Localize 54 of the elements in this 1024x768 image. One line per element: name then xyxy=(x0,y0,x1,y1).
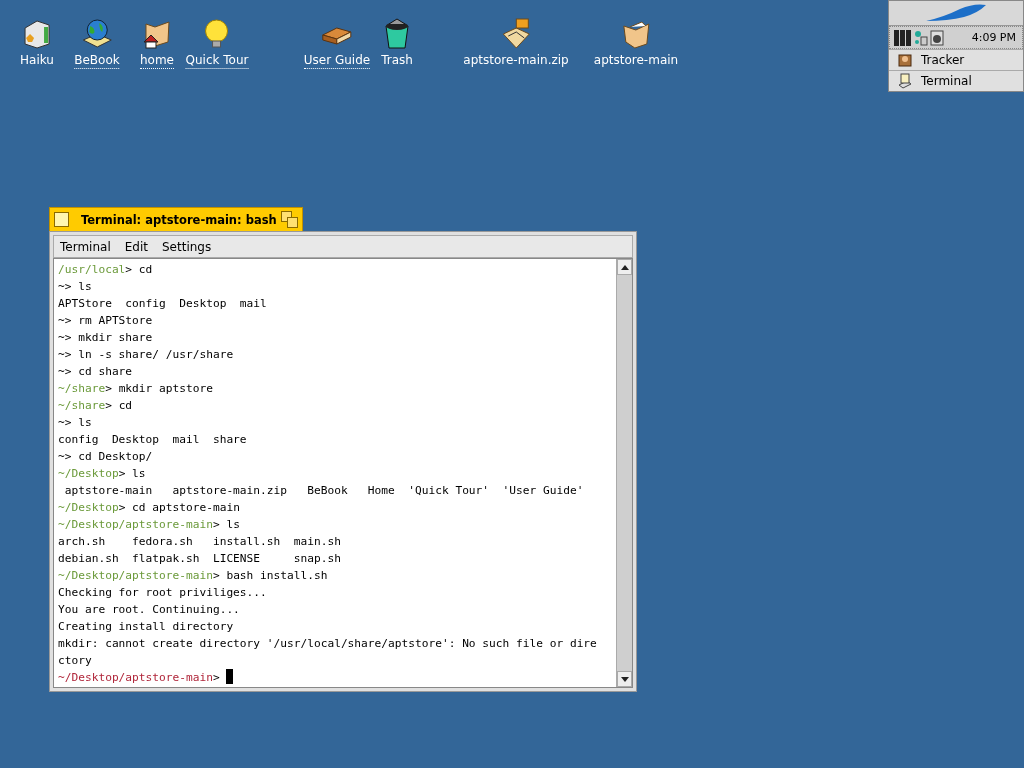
terminal-line: ~> ls xyxy=(58,415,93,431)
terminal-line: ~/Desktop> ls xyxy=(58,466,147,482)
tracker-icon xyxy=(897,52,913,68)
terminal-line: ~> ln -s share/ /usr/share xyxy=(58,347,235,363)
scroll-down-icon[interactable] xyxy=(620,676,629,682)
terminal-line: config Desktop mail share xyxy=(58,432,248,448)
terminal-line: ~> rm APTStore xyxy=(58,313,154,329)
terminal-line: ~> mkdir share xyxy=(58,330,154,346)
terminal-line: ~/Desktop/aptstore-main> bash install.sh xyxy=(58,568,329,584)
icon-label[interactable]: BeBook xyxy=(74,53,120,69)
clock[interactable]: 4:09 PM xyxy=(971,31,1016,44)
menu-item[interactable]: Edit xyxy=(118,239,154,254)
terminal-line: Checking for root priviliges... xyxy=(58,585,268,601)
deskbar-app-item[interactable]: Tracker xyxy=(889,49,1023,70)
cpu-meter-icon[interactable] xyxy=(894,29,912,46)
terminal-line: arch.sh fedora.sh install.sh main.sh xyxy=(58,534,342,550)
icon-label[interactable]: Trash xyxy=(381,53,413,68)
terminal-icon xyxy=(897,73,913,89)
folder-icon xyxy=(620,18,652,50)
icon-label[interactable]: aptstore-main.zip xyxy=(463,53,569,68)
icon-label[interactable]: aptstore-main xyxy=(593,53,679,68)
terminal-line: ~/Desktop/aptstore-main> ls xyxy=(58,517,241,533)
icon-label[interactable]: home xyxy=(140,53,174,69)
terminal-line: /usr/local> cd xyxy=(58,262,154,278)
terminal-line: mkdir: cannot create directory '/usr/local/share/aptstore': No such file or dire xyxy=(58,636,598,652)
drive-icon xyxy=(21,18,53,50)
terminal-line: Creating install directory xyxy=(58,619,235,635)
terminal-line: APTStore config Desktop mail xyxy=(58,296,268,312)
terminal-line: ~/Desktop/aptstore-main> xyxy=(58,669,616,686)
package-icon xyxy=(500,18,532,50)
scroll-up-icon[interactable] xyxy=(620,264,629,270)
terminal-line: You are root. Continuing... xyxy=(58,602,241,618)
icon-label[interactable]: User Guide xyxy=(303,53,371,69)
zoom-button[interactable] xyxy=(281,211,298,228)
terminal-line: ~> cd share xyxy=(58,364,134,380)
scrollbar[interactable] xyxy=(616,259,632,687)
globe-on-book-icon xyxy=(81,18,113,50)
icon-label[interactable]: Haiku xyxy=(20,53,54,68)
terminal-line: ~> cd Desktop/ xyxy=(58,449,154,465)
terminal-line: aptstore-main aptstore-main.zip BeBook Home 'Quick Tour' 'User Guide' xyxy=(63,483,585,499)
terminal-line: ctory xyxy=(58,653,93,669)
terminal-line: ~> ls xyxy=(58,279,93,295)
close-button[interactable] xyxy=(54,212,69,227)
terminal-line: ~/Desktop> cd aptstore-main xyxy=(58,500,241,516)
folder-with-house-icon xyxy=(141,18,173,50)
terminal-line: debian.sh flatpak.sh LICENSE snap.sh xyxy=(58,551,342,567)
speaker-icon[interactable] xyxy=(930,29,944,46)
terminal-line: ~/share> mkdir aptstore xyxy=(58,381,214,397)
window-title: Terminal: aptstore-main: bash xyxy=(81,212,277,227)
deskbar-app-item[interactable]: Terminal xyxy=(889,70,1023,91)
terminal-line: ~/share> cd xyxy=(58,398,134,414)
menu-item[interactable]: Settings xyxy=(155,239,218,254)
menu-item[interactable]: Terminal xyxy=(54,239,117,254)
icon-label[interactable]: Quick Tour xyxy=(185,53,249,69)
